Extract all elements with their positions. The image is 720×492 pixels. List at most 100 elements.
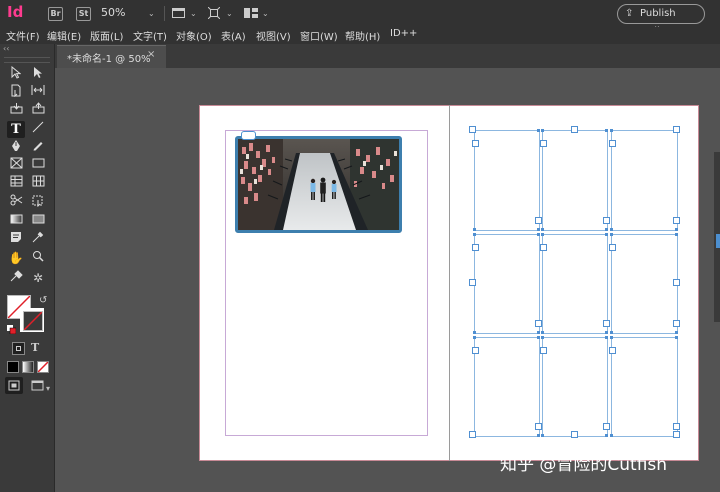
selection-handle[interactable] xyxy=(469,431,476,438)
table-tool-icon[interactable] xyxy=(7,175,25,192)
stock-button[interactable]: St xyxy=(76,7,91,21)
anchor-point xyxy=(610,233,613,236)
hand-tool-icon[interactable]: ✋ xyxy=(7,250,25,267)
graphic-frame[interactable] xyxy=(542,234,608,334)
content-placer-tool-icon[interactable] xyxy=(29,102,47,119)
screen-mode-button[interactable] xyxy=(172,8,185,18)
apply-none-icon[interactable] xyxy=(37,361,49,373)
pen-tool-icon[interactable] xyxy=(7,139,25,156)
line-tool-icon[interactable] xyxy=(29,121,47,138)
apply-color-icon[interactable] xyxy=(7,361,19,373)
graphic-frame[interactable] xyxy=(611,234,678,334)
selection-handle[interactable] xyxy=(571,431,578,438)
anchor-point xyxy=(537,228,540,231)
view-options-button[interactable] xyxy=(207,6,221,20)
collapse-panel-icon[interactable]: ‹‹ xyxy=(3,44,9,53)
note-tool-icon[interactable] xyxy=(7,231,25,248)
anchor-point xyxy=(675,336,678,339)
out-port-icon xyxy=(535,320,542,327)
normal-view-mode-button[interactable] xyxy=(5,377,23,394)
anchor-point xyxy=(610,228,613,231)
menu-edit[interactable]: 编辑(E) xyxy=(47,28,81,43)
anchor-point xyxy=(605,129,608,132)
swap-fill-stroke-icon[interactable]: ↺ xyxy=(39,295,47,306)
in-port-icon xyxy=(609,140,616,147)
gradient-swatch-tool-icon[interactable] xyxy=(7,213,25,230)
color-theme-tool-icon[interactable] xyxy=(7,270,25,287)
graphic-frame[interactable] xyxy=(474,337,540,437)
divider xyxy=(164,6,165,21)
arrange-documents-button[interactable] xyxy=(244,8,258,18)
anchor-point xyxy=(537,434,540,437)
stroke-swatch[interactable] xyxy=(20,308,44,332)
menu-layout[interactable]: 版面(L) xyxy=(90,28,123,43)
selection-handle[interactable] xyxy=(469,126,476,133)
anchor-point xyxy=(473,233,476,236)
zoom-tool-icon[interactable] xyxy=(29,250,47,267)
menu-help[interactable]: 帮助(H) xyxy=(345,28,380,43)
menu-window[interactable]: 窗口(W) xyxy=(300,28,338,43)
anchor-point xyxy=(605,331,608,334)
document-tab[interactable]: *未命名-1 @ 50% × xyxy=(57,45,166,68)
selection-handle[interactable] xyxy=(673,126,680,133)
formatting-text-icon[interactable]: T xyxy=(31,341,39,354)
scissors-tool-icon[interactable] xyxy=(7,194,25,211)
eyedropper-tool-icon[interactable] xyxy=(29,231,47,248)
chevron-down-icon[interactable]: ⌄ xyxy=(148,9,155,18)
collapsed-panels-strip[interactable] xyxy=(714,152,720,322)
graphic-frame[interactable] xyxy=(611,130,678,231)
chevron-down-icon[interactable]: ⌄ xyxy=(226,9,233,18)
anchor-point xyxy=(605,228,608,231)
panel-accent xyxy=(716,234,720,248)
menu-view[interactable]: 视图(V) xyxy=(256,28,291,43)
direct-selection-tool-icon[interactable] xyxy=(29,66,47,83)
magic-wand-tool-icon[interactable]: ✲ xyxy=(29,270,47,287)
graphic-frame[interactable] xyxy=(542,130,608,231)
graphic-frame[interactable] xyxy=(611,337,678,437)
menu-id-plus-plus[interactable]: ID++ xyxy=(390,28,417,39)
close-icon[interactable]: × xyxy=(147,49,155,60)
type-tool-icon[interactable]: T xyxy=(7,121,25,138)
anchor-point xyxy=(610,336,613,339)
default-fill-stroke-icon[interactable] xyxy=(7,324,17,335)
selection-handle[interactable] xyxy=(673,278,680,286)
menu-type[interactable]: 文字(T) xyxy=(133,28,167,43)
graphic-frame[interactable] xyxy=(474,130,540,231)
menu-object[interactable]: 对象(O) xyxy=(176,28,212,43)
graphic-frame[interactable] xyxy=(474,234,540,334)
chevron-down-icon[interactable]: ⌄ xyxy=(262,9,269,18)
anchor-point xyxy=(473,228,476,231)
selection-handle[interactable] xyxy=(673,431,680,438)
publish-online-button[interactable]: ⇪ Publish Online xyxy=(617,4,705,37)
anchor-point xyxy=(473,331,476,334)
chevron-down-icon[interactable]: ▾ xyxy=(46,384,50,393)
graphic-frame[interactable] xyxy=(542,337,608,437)
gap-tool-icon[interactable] xyxy=(29,84,47,101)
content-grabber-link-icon[interactable] xyxy=(241,131,256,140)
zoom-level-field[interactable]: 50% xyxy=(101,6,125,19)
panel-grip[interactable] xyxy=(4,57,50,63)
rectangle-tool-icon[interactable] xyxy=(29,157,47,174)
selection-handle[interactable] xyxy=(469,278,476,286)
selection-tool-icon[interactable] xyxy=(7,65,25,83)
placed-image-frame[interactable] xyxy=(235,136,402,233)
content-collector-tool-icon[interactable] xyxy=(7,102,25,119)
apply-gradient-icon[interactable] xyxy=(22,361,34,373)
indesign-logo: Id xyxy=(7,3,24,21)
screen-mode-icon[interactable] xyxy=(31,380,44,394)
formatting-container-icon[interactable] xyxy=(12,342,25,355)
menu-table[interactable]: 表(A) xyxy=(221,28,246,43)
chevron-down-icon[interactable]: ⌄ xyxy=(190,9,197,18)
page-tool-icon[interactable] xyxy=(7,84,25,101)
free-transform-tool-icon[interactable] xyxy=(29,194,47,211)
pencil-tool-icon[interactable] xyxy=(29,139,47,156)
anchor-point xyxy=(610,434,613,437)
anchor-point xyxy=(473,336,476,339)
bridge-button[interactable]: Br xyxy=(48,7,63,21)
application-bar: Id Br St 50% ⌄ ⌄ ⌄ ⌄ ⇪ Publish Online xyxy=(0,0,720,37)
grid-tool-icon[interactable] xyxy=(29,175,47,192)
rectangle-frame-tool-icon[interactable] xyxy=(7,157,25,174)
selection-handle[interactable] xyxy=(571,126,578,133)
gradient-feather-tool-icon[interactable] xyxy=(29,213,47,230)
menu-file[interactable]: 文件(F) xyxy=(6,28,40,43)
